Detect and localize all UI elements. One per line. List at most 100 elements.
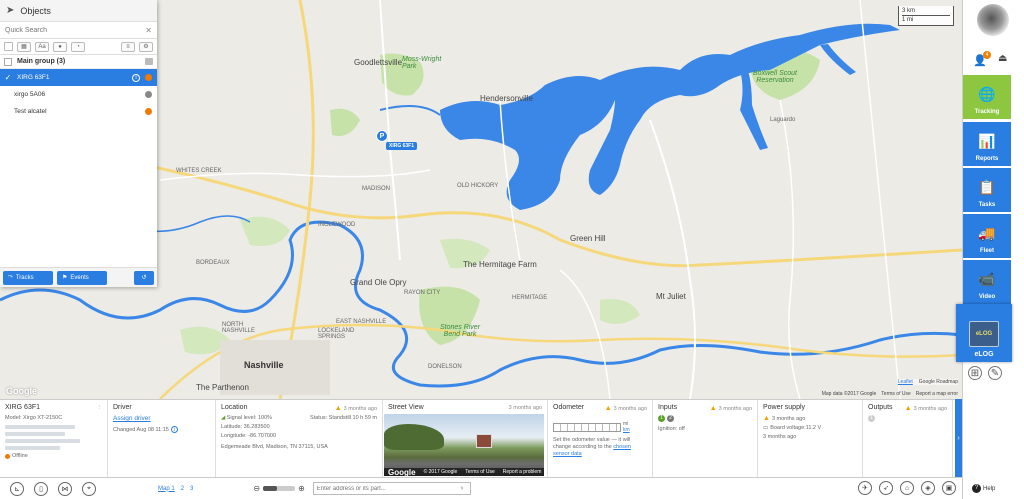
home-icon[interactable]: ⌂: [900, 481, 914, 495]
street-view-terms[interactable]: Terms of Use: [465, 469, 494, 475]
list-item[interactable]: xirgo 5A06: [0, 86, 157, 103]
bottom-toolbar: ⊾ ▯ ⋈ ⌖ Map 1 2 3 ⊖ ⊕ › ✈ ➶ ⌂ ◈ ▣: [0, 477, 962, 499]
map-label-parthenon: The Parthenon: [196, 383, 249, 392]
more-icon[interactable]: ⋮: [97, 405, 103, 411]
street-view-image[interactable]: Google © 2017 Google Terms of Use Report…: [384, 414, 544, 477]
street-view-report[interactable]: Report a problem: [503, 469, 542, 475]
objects-header[interactable]: ➤ Objects: [0, 0, 157, 22]
navigation-arrow-icon: ➤: [6, 5, 15, 16]
info-icon[interactable]: i: [170, 426, 178, 433]
list-item[interactable]: ✓ XIRG 63F1 i: [0, 69, 157, 86]
unit-km[interactable]: km: [623, 427, 630, 433]
street-view-copyright: © 2017 Google: [423, 469, 458, 475]
nav-video[interactable]: 📹 Video: [963, 260, 1011, 304]
chat-icon[interactable]: [145, 58, 153, 65]
info-icon[interactable]: i: [132, 73, 140, 82]
map-attribution-2: Map data ©2017 Google Terms of Use Repor…: [822, 391, 958, 397]
logout-icon[interactable]: ⏏: [998, 53, 1007, 64]
grid-icon[interactable]: ▦: [17, 41, 31, 52]
search-go-icon[interactable]: ›: [461, 485, 463, 492]
map-label-old-hickory: OLD HICKORY: [457, 183, 499, 189]
text-size-icon[interactable]: Aa: [35, 41, 49, 52]
ignition: Ignition: off: [658, 426, 685, 432]
map-label-laguardo: Laguardo: [770, 117, 796, 123]
map-report-link[interactable]: Report a map error: [916, 391, 958, 397]
map-label-nashville: Nashville: [244, 360, 284, 370]
inputs-ago: ▲ 3 months ago: [710, 405, 752, 412]
dot-icon[interactable]: ●: [53, 41, 67, 52]
map-label-moss-wright: Moss-Wright Park: [402, 56, 442, 70]
list-icon[interactable]: ≡: [121, 41, 135, 52]
globe-icon: 🌐: [978, 86, 996, 102]
map-tab-1[interactable]: Map 1: [158, 486, 175, 492]
location-pin-icon[interactable]: ⌖: [82, 481, 96, 496]
events-button[interactable]: ⚑ Events: [57, 270, 107, 285]
notification-badge[interactable]: 4: [983, 51, 991, 59]
chart-icon: 📊: [978, 133, 996, 149]
phone-icon[interactable]: ▯: [34, 481, 48, 496]
cursor-icon[interactable]: ➶: [879, 481, 893, 495]
group-row[interactable]: Main group (3): [0, 55, 157, 69]
map-label-hermitage-farm: The Hermitage Farm: [463, 260, 537, 269]
list-item[interactable]: Test alcatel: [0, 103, 157, 120]
map-scale-km: 3 km: [902, 7, 950, 16]
ruler-icon[interactable]: ⊾: [10, 481, 24, 496]
truck-icon: 🚚: [978, 225, 996, 241]
map-label-goodlettsville: Goodlettsville: [354, 58, 403, 67]
search-input[interactable]: [5, 26, 146, 34]
history-button[interactable]: ↺: [134, 270, 154, 285]
vehicle-marker[interactable]: P: [376, 130, 388, 142]
status-dot: [5, 453, 10, 459]
avatar[interactable]: [977, 4, 1009, 36]
zoom-out-icon[interactable]: ⊖: [253, 484, 260, 493]
tree-shape: [384, 424, 444, 450]
zoom-control: ⊖ ⊕: [253, 484, 304, 493]
wrench-icon[interactable]: ✎: [988, 366, 1002, 380]
check-icon[interactable]: ✓: [4, 73, 12, 82]
nav-elog[interactable]: eLOG eLOG: [956, 304, 1012, 362]
longitude: Longitude: -86.707000: [221, 433, 277, 439]
nav-tasks[interactable]: 📋 Tasks: [963, 168, 1011, 212]
group-checkbox[interactable]: [4, 57, 12, 66]
address-search-input[interactable]: [312, 482, 471, 495]
map-label-east-nashville: EAST NASHVILLE: [336, 319, 387, 325]
layers-icon[interactable]: ◈: [921, 481, 935, 495]
strip-collapse-tab[interactable]: ›: [955, 399, 962, 477]
gauge-icon[interactable]: ◔: [71, 41, 85, 52]
outputs-ago-text: 3 months ago: [913, 405, 947, 412]
help-button[interactable]: ? Help: [972, 484, 995, 493]
map-terms-link[interactable]: Terms of Use: [881, 391, 910, 397]
map-tab-2[interactable]: 2: [181, 486, 184, 492]
nav-reports[interactable]: 📊 Reports: [963, 122, 1011, 166]
share-icon[interactable]: ⋈: [58, 481, 72, 496]
leaflet-link[interactable]: Leaflet: [898, 379, 913, 385]
status-dot: [145, 74, 152, 81]
location-ago: ▲ 3 months ago: [335, 405, 377, 412]
redacted-line: [5, 432, 65, 436]
vehicle-tag[interactable]: XIRG 63F1: [386, 142, 418, 150]
map-label-donelson: DONELSON: [428, 364, 462, 370]
objects-footer: ⤳ Tracks ⚑ Events ↺: [0, 267, 157, 287]
odometer-ago-text: 3 months ago: [613, 405, 647, 412]
nav-fleet[interactable]: 🚚 Fleet: [963, 214, 1011, 258]
select-all-checkbox[interactable]: [4, 42, 13, 51]
odometer-digits[interactable]: [553, 422, 621, 432]
assign-driver-link[interactable]: Assign driver: [113, 415, 210, 422]
fullscreen-icon[interactable]: ▣: [942, 481, 956, 495]
calculator-icon[interactable]: ⊞: [968, 366, 982, 380]
status-dot: [145, 108, 152, 115]
zoom-slider[interactable]: [263, 486, 296, 491]
odometer-units: mi km: [623, 421, 630, 433]
close-icon[interactable]: ✕: [145, 26, 152, 35]
tracks-label: Tracks: [15, 274, 34, 281]
nav-elog-label: eLOG: [974, 351, 994, 358]
map-label-hermitage-town: HERMITAGE: [512, 295, 548, 301]
map-tab-3[interactable]: 3: [190, 486, 193, 492]
nav-tracking[interactable]: 🌐 Tracking: [963, 75, 1011, 119]
satellite-icon[interactable]: ✈: [858, 481, 872, 495]
sign-shape: [476, 434, 492, 448]
tracks-button[interactable]: ⤳ Tracks: [3, 270, 53, 285]
settings-icon[interactable]: ⚙: [139, 41, 153, 52]
object-name: xirgo 5A06: [14, 91, 46, 98]
zoom-in-icon[interactable]: ⊕: [298, 484, 305, 493]
